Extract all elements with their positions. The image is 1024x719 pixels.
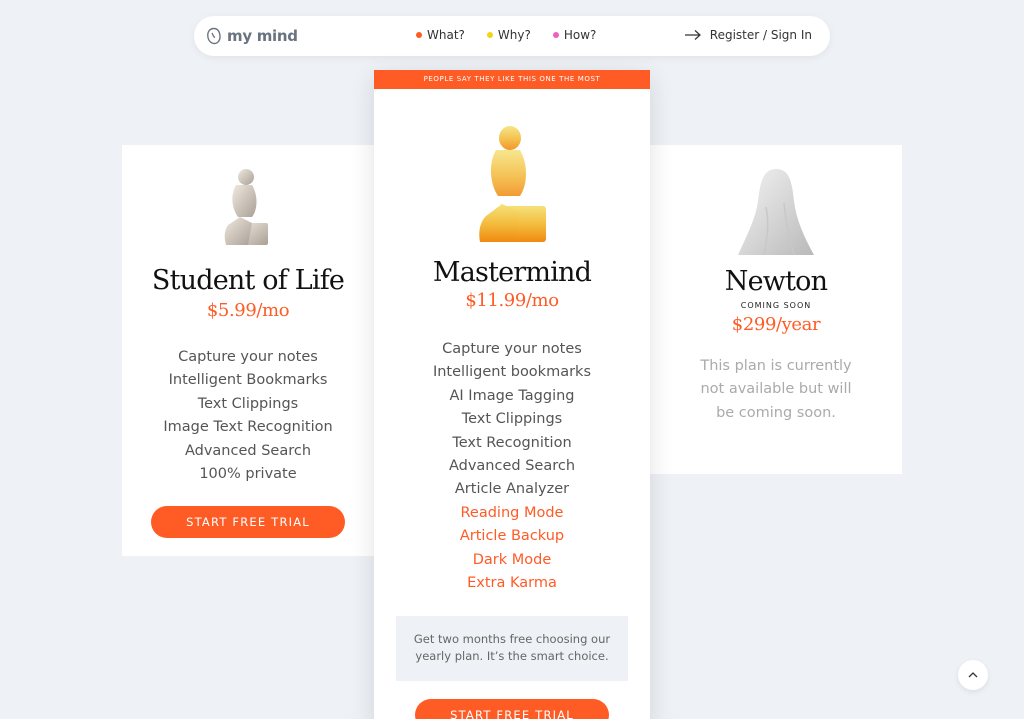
yellow-dot-icon [486, 32, 493, 38]
plan-card-mastermind: PEOPLE SAY THEY LIKE THIS ONE THE MOST M… [374, 70, 650, 719]
feature-item: Text Recognition [452, 434, 572, 451]
feature-list: Capture your notes Intelligent bookmarks… [374, 338, 650, 595]
feature-item: Advanced Search [184, 442, 312, 459]
nav-link-label: How? [563, 28, 597, 42]
popular-banner: PEOPLE SAY THEY LIKE THIS ONE THE MOST [374, 70, 650, 89]
thinker-statue-image [224, 169, 268, 245]
feature-item-highlight: Article Backup [459, 528, 565, 545]
top-nav: my mind What? Why? How? Register / Sign … [194, 16, 830, 56]
plan-name: Mastermind [432, 257, 592, 288]
nav-link-what[interactable]: What? [416, 28, 465, 42]
orange-dot-icon [416, 32, 422, 38]
feature-list: Capture your notes Intelligent Bookmarks… [122, 346, 374, 486]
plan-price: $5.99/mo [206, 300, 290, 321]
logo-text: my mind [227, 27, 298, 45]
nav-link-label: Why? [497, 28, 531, 42]
feature-item: Article Analyzer [454, 481, 570, 498]
golden-thinker-statue-image [479, 126, 546, 242]
feature-item-highlight: Reading Mode [460, 504, 564, 521]
start-free-trial-button[interactable]: START FREE TRIAL [151, 506, 345, 539]
start-free-trial-button[interactable]: START FREE TRIAL [415, 699, 609, 719]
plan-name: Student of Life [151, 265, 345, 296]
nav-link-label: What? [427, 28, 465, 42]
feature-item: Capture your notes [442, 341, 582, 357]
plan-card-student: Student of Life $5.99/mo Capture your no… [122, 145, 374, 556]
feature-item-highlight: Dark Mode [472, 551, 552, 568]
chevron-up-icon [968, 672, 978, 678]
feature-item-highlight: Extra Karma [467, 575, 557, 592]
nav-link-why[interactable]: Why? [486, 28, 531, 42]
feature-item: Capture your notes [178, 349, 318, 365]
unavailable-text: This plan is currently not available but… [700, 358, 852, 421]
coming-soon-label: COMING SOON [740, 301, 812, 310]
register-signin-link[interactable]: Register / Sign In [684, 28, 812, 42]
feature-item: Intelligent bookmarks [432, 364, 592, 381]
feature-item: Image Text Recognition [163, 419, 333, 436]
feature-item: Advanced Search [448, 458, 576, 475]
scroll-top-button[interactable] [958, 660, 988, 690]
yearly-plan-note: Get two months free choosing our yearly … [396, 616, 628, 682]
arrow-right-icon [684, 30, 701, 40]
feature-item: Text Clippings [461, 411, 563, 428]
signin-label: Register / Sign In [709, 28, 812, 42]
nav-links: What? Why? How? [416, 28, 596, 42]
brain-icon [207, 27, 221, 45]
feature-item: AI Image Tagging [449, 387, 575, 404]
plan-card-newton: Newton COMING SOON $299/year This plan i… [650, 145, 902, 474]
pink-dot-icon [552, 32, 559, 38]
logo[interactable]: my mind [206, 26, 298, 46]
plan-price: $11.99/mo [465, 290, 559, 311]
feature-item: 100% private [199, 466, 297, 483]
nav-link-how[interactable]: How? [552, 28, 597, 42]
feature-item: Text Clippings [197, 395, 299, 412]
ghost-sculpture-image [738, 169, 814, 256]
plan-price: $299/year [731, 314, 821, 335]
plan-name: Newton [724, 266, 828, 297]
feature-item: Intelligent Bookmarks [168, 372, 328, 389]
